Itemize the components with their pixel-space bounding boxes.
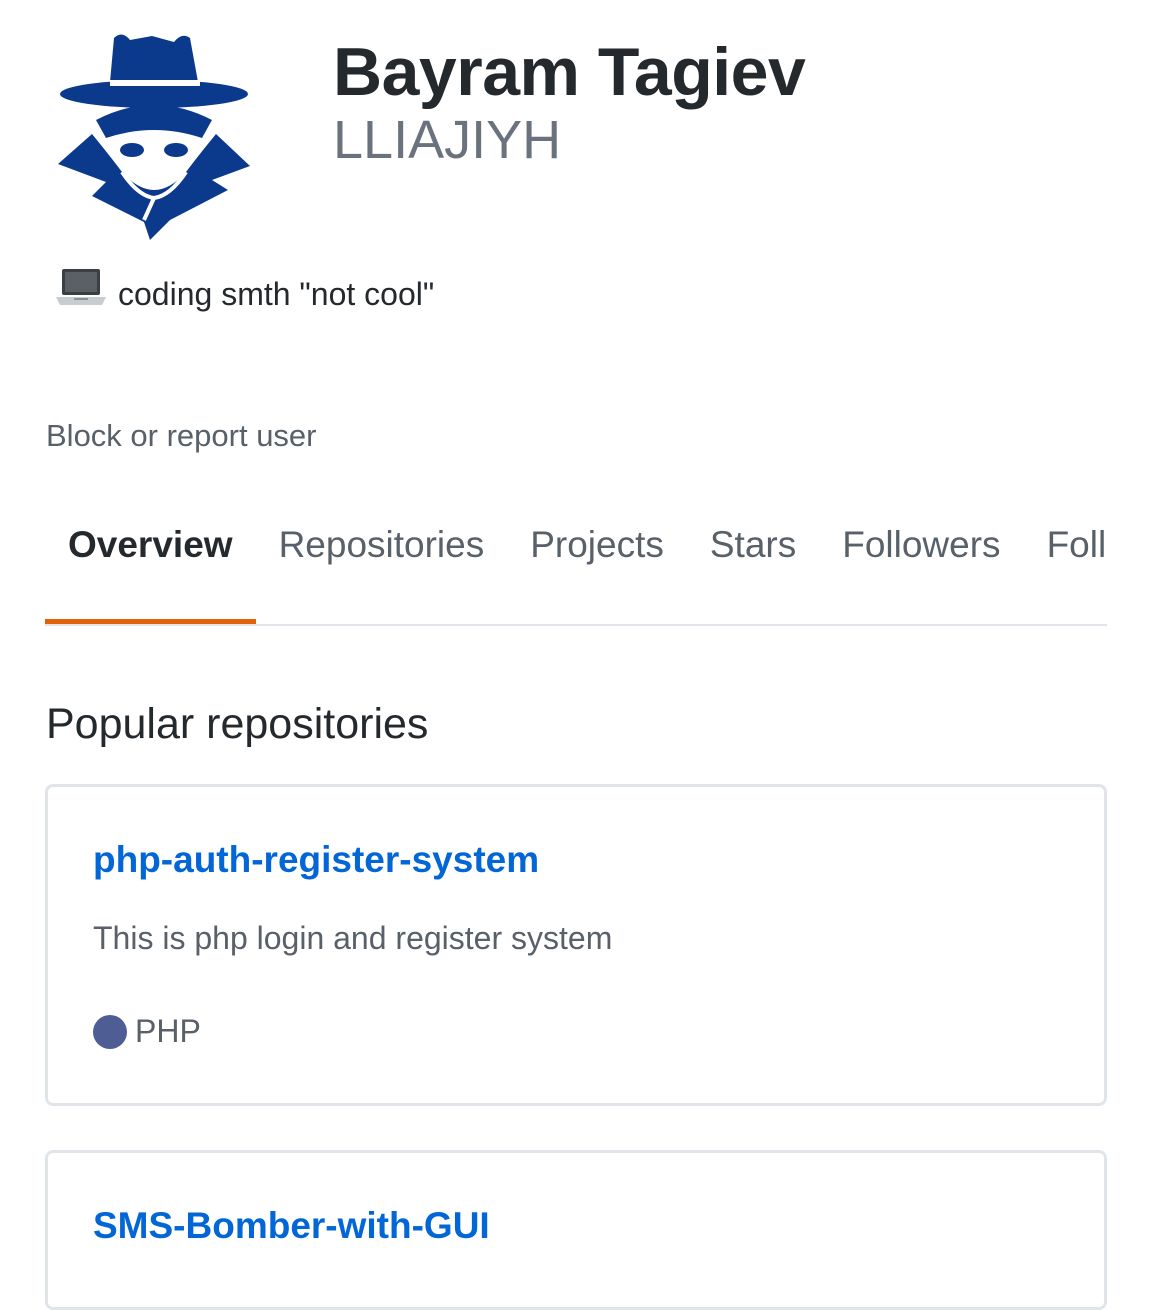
spy-icon xyxy=(58,34,250,240)
tab-following[interactable]: Following xyxy=(1024,500,1107,600)
language-color-dot xyxy=(93,1014,127,1049)
tab-projects[interactable]: Projects xyxy=(507,500,687,600)
status-text: coding smth "not cool" xyxy=(118,275,435,312)
user-status[interactable]: coding smth "not cool" xyxy=(56,266,434,322)
popular-repos-title: Popular repositories xyxy=(46,700,429,748)
repo-card: php-auth-register-system This is php log… xyxy=(45,784,1107,1106)
tab-repositories[interactable]: Repositories xyxy=(256,500,508,600)
profile-full-name: Bayram Tagiev xyxy=(333,34,806,110)
language-name: PHP xyxy=(135,1013,201,1049)
repo-description: This is php login and register system xyxy=(93,920,613,956)
laptop-icon xyxy=(56,267,106,307)
repo-name-link[interactable]: SMS-Bomber-with-GUI xyxy=(93,1205,490,1247)
tab-overview[interactable]: Overview xyxy=(45,500,256,624)
repo-name-link[interactable]: php-auth-register-system xyxy=(93,839,539,881)
profile-names: Bayram Tagiev LLIAJIYH xyxy=(333,30,806,170)
profile-tabs: Overview Repositories Projects Stars Fol… xyxy=(45,500,1107,626)
repo-language: PHP xyxy=(93,1013,201,1050)
profile-username: LLIAJIYH xyxy=(333,110,562,170)
tab-stars[interactable]: Stars xyxy=(687,500,819,600)
repo-card: SMS-Bomber-with-GUI xyxy=(45,1150,1107,1310)
tab-followers[interactable]: Followers xyxy=(819,500,1023,600)
avatar xyxy=(52,30,256,240)
block-report-link[interactable]: Block or report user xyxy=(46,418,317,454)
